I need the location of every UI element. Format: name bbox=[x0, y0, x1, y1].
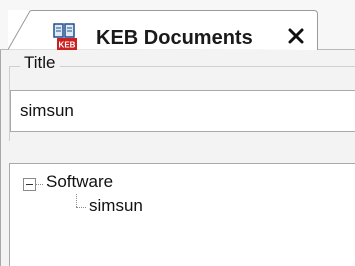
title-group: Title bbox=[9, 53, 355, 141]
title-input[interactable] bbox=[10, 90, 355, 132]
tree-node-simsun[interactable]: simsun bbox=[89, 196, 143, 216]
keb-documents-window: KEB KEB Documents Title Software simsun bbox=[0, 0, 355, 266]
document-panel: Title Software simsun bbox=[0, 50, 355, 266]
close-icon[interactable] bbox=[286, 26, 306, 46]
svg-text:KEB: KEB bbox=[59, 41, 76, 50]
tab-title: KEB Documents bbox=[96, 27, 253, 49]
tree-node-software[interactable]: Software bbox=[46, 172, 113, 192]
collapse-toggle-icon[interactable] bbox=[23, 178, 36, 191]
tree-connector bbox=[36, 184, 43, 185]
keb-documents-icon: KEB bbox=[51, 23, 79, 51]
tab-strip: KEB KEB Documents bbox=[0, 0, 355, 50]
tab-keb-documents[interactable]: KEB KEB Documents bbox=[8, 10, 318, 51]
title-label: Title bbox=[20, 53, 60, 73]
tree-connector bbox=[76, 194, 77, 207]
tree-connector bbox=[76, 207, 86, 208]
document-tree[interactable]: Software simsun bbox=[9, 163, 355, 266]
